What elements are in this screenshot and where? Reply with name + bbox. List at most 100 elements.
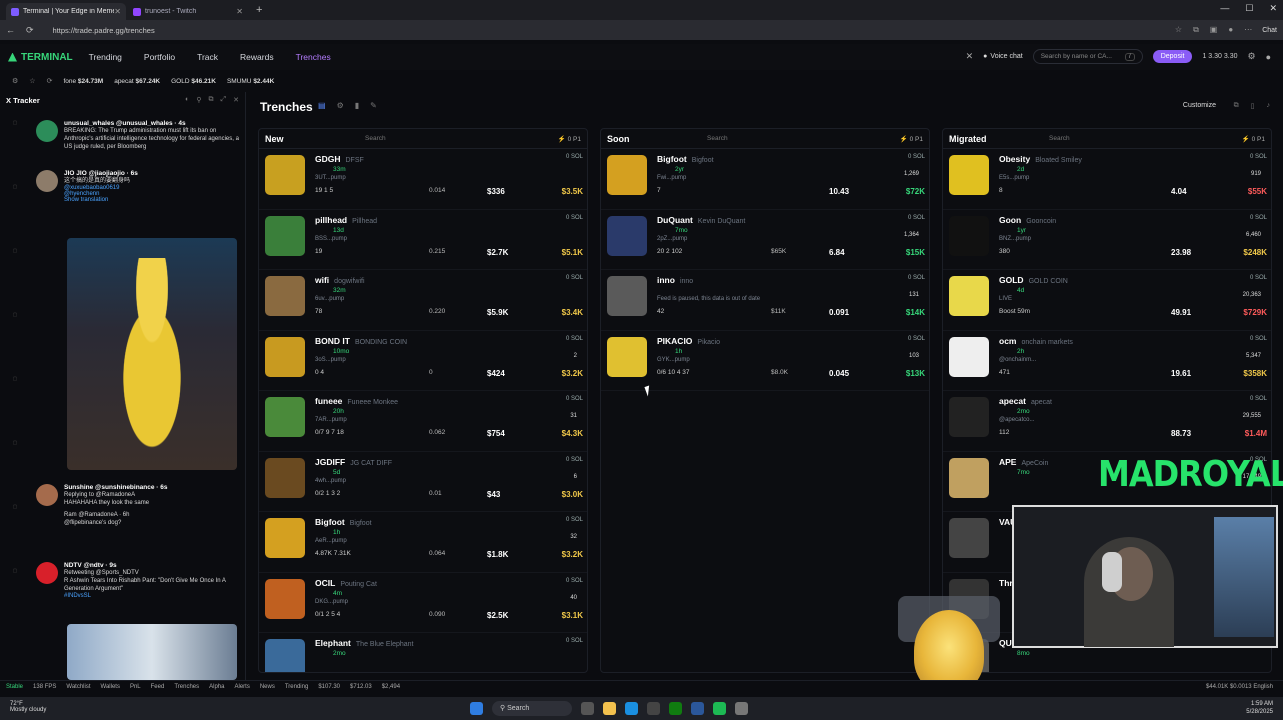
token-image[interactable] — [949, 397, 989, 437]
url-field[interactable]: https://trade.padre.gg/trenches — [53, 26, 1175, 35]
close-window-icon[interactable]: ✕ — [1269, 3, 1277, 14]
close-icon[interactable]: ✕ — [233, 96, 239, 104]
token-image[interactable] — [265, 639, 305, 672]
ticker-item[interactable]: SMUMU $2.44K — [227, 78, 274, 85]
column-tools[interactable]: ⚡ 0 P1 — [1242, 135, 1265, 143]
spotify-icon[interactable] — [713, 702, 726, 715]
extensions-icon[interactable]: ⧉ — [1193, 25, 1199, 35]
system-tray-clock[interactable]: 1:59 AM 5/28/2025 — [1246, 700, 1273, 716]
token-sol[interactable]: 0 SOL — [566, 274, 583, 281]
token-name[interactable]: GDGH DFSF — [315, 154, 364, 164]
settings-icon[interactable]: ⚙ — [12, 77, 18, 85]
token-card[interactable]: funeee Funeee Monkee 20h 7AR...pump 0/7 9 7 … — [259, 391, 587, 452]
token-card[interactable]: apecat apecat 2mo @apecatco... 112 0 SOL 29,55… — [943, 391, 1271, 452]
token-image[interactable] — [265, 578, 305, 619]
token-image[interactable] — [265, 457, 305, 498]
edit-icon[interactable]: ✎ — [370, 101, 377, 110]
token-card[interactable]: DuQuant Kevin DuQuant 7mo 2pZ...pump 20 2 10… — [601, 210, 929, 270]
token-image[interactable] — [265, 518, 305, 558]
token-sol[interactable]: 0 SOL — [1250, 335, 1267, 342]
token-card[interactable]: GOLD GOLD COIN 4d LIVE Boost 59m 0 SOL 20,363 4… — [943, 270, 1271, 331]
user-icon[interactable]: ● — [1266, 52, 1271, 62]
close-x-icon[interactable]: ✕ — [966, 51, 974, 62]
browser-tab-terminal[interactable]: Terminal | Your Edge in Memecoi ✕ — [6, 3, 126, 20]
store-icon[interactable] — [647, 702, 660, 715]
token-name[interactable]: pillhead Pillhead — [315, 215, 377, 225]
token-sol[interactable]: 0 SOL — [1250, 274, 1267, 281]
token-sol[interactable]: 0 SOL — [1250, 395, 1267, 402]
token-card[interactable]: BOND IT BONDING COIN 10mo 3oS...pump 0 4 0 SO… — [259, 331, 587, 391]
token-card[interactable]: inno inno Feed is paused, this data is out… — [601, 270, 929, 331]
token-image[interactable] — [265, 155, 305, 195]
token-name[interactable]: funeee Funeee Monkee — [315, 396, 398, 406]
status-item[interactable]: $2,494 — [382, 684, 400, 690]
nav-trending[interactable]: Trending — [89, 52, 122, 62]
xbox-icon[interactable] — [669, 702, 682, 715]
token-sol[interactable]: 0 SOL — [1250, 153, 1267, 160]
status-item[interactable]: Wallets — [101, 684, 120, 690]
token-image[interactable] — [265, 276, 305, 316]
token-name[interactable]: JGDIFF JG CAT DIFF — [315, 457, 392, 467]
status-item[interactable]: Stable — [6, 684, 23, 690]
status-item[interactable]: News — [260, 684, 275, 690]
status-item[interactable]: Trenches — [174, 684, 199, 690]
status-item[interactable]: PnL — [130, 684, 141, 690]
status-item[interactable]: 138 FPS — [33, 684, 56, 690]
status-item[interactable]: Trending — [285, 684, 308, 690]
tweet-card[interactable]: JIO JIO @jiaojiaojio · 6s 这个搞的是真的要翻身吗 @x… — [36, 170, 241, 203]
maximize-icon[interactable]: ☐ — [1245, 3, 1253, 14]
hashtag-link[interactable]: #INDvsSL — [64, 593, 241, 599]
token-card[interactable]: ocm onchain markets 2h @onchainm... 471 0 SOL… — [943, 331, 1271, 391]
token-name[interactable]: APE ApeCoin — [999, 457, 1048, 467]
show-translation-link[interactable]: Show translation — [64, 197, 241, 203]
token-sol[interactable]: 0 SOL — [566, 516, 583, 523]
nav-rewards[interactable]: Rewards — [240, 52, 274, 62]
status-item[interactable]: Alerts — [234, 684, 249, 690]
brand-logo[interactable]: TERMINAL — [8, 52, 73, 63]
token-name[interactable]: ocm onchain markets — [999, 336, 1073, 346]
status-item[interactable]: $107.30 — [318, 684, 340, 690]
star-icon[interactable]: ☆ — [29, 77, 35, 85]
token-image[interactable] — [949, 457, 989, 498]
token-sol[interactable]: 0 SOL — [908, 153, 925, 160]
bookmark-icon[interactable]: ▯ — [1251, 102, 1255, 110]
status-item[interactable]: Watchlist — [66, 684, 90, 690]
token-sol[interactable]: 0 SOL — [566, 214, 583, 221]
token-card[interactable]: GDGH DFSF 33m 3UT...pump 19 1 5 0 SOL 0.014 $33… — [259, 149, 587, 210]
nav-trenches[interactable]: Trenches — [296, 52, 331, 62]
favorites-icon[interactable]: ☆ — [1175, 25, 1182, 35]
tweet-image[interactable] — [67, 624, 237, 680]
settings-icon[interactable]: ⚙ — [337, 101, 344, 110]
ticker-item[interactable]: fone $24.73M — [63, 78, 103, 85]
app-icon[interactable] — [691, 702, 704, 715]
token-image[interactable] — [949, 336, 989, 377]
weather-widget[interactable]: 72°F Mostly cloudy — [10, 701, 46, 713]
token-sol[interactable]: 0 SOL — [566, 577, 583, 584]
chat-button[interactable]: Chat — [1262, 27, 1277, 34]
browser-tab-twitch[interactable]: trunoest - Twitch ✕ — [128, 3, 248, 20]
ticker-item[interactable]: GOLD $46.21K — [171, 78, 216, 85]
token-card[interactable]: OCIL Pouting Cat 4m DKG...pump 0/1 2 5 4 0 SO… — [259, 573, 587, 633]
token-image[interactable] — [265, 215, 305, 256]
token-card[interactable]: Bigfoot Bigfoot 2yr Fwi...pump 7 0 SOL 1,269 10… — [601, 149, 929, 210]
token-sol[interactable]: 0 SOL — [908, 274, 925, 281]
toggle-icon[interactable]: ◐ — [185, 96, 189, 104]
token-name[interactable]: Bigfoot Bigfoot — [315, 517, 372, 527]
list-view-icon[interactable]: ▤ — [318, 101, 326, 110]
token-image[interactable] — [949, 518, 989, 558]
pause-icon[interactable]: ▮ — [355, 101, 359, 110]
token-sol[interactable]: 0 SOL — [908, 335, 925, 342]
token-card[interactable]: Goon Gooncoin 1yr BNZ...pump 380 0 SOL 6,460 23… — [943, 210, 1271, 270]
token-name[interactable]: DuQuant Kevin DuQuant — [657, 215, 745, 225]
new-tab-icon[interactable]: + — [256, 4, 262, 16]
nav-track[interactable]: Track — [197, 52, 218, 62]
bell-icon[interactable]: ♪ — [1267, 102, 1271, 110]
windows-start-icon[interactable] — [470, 702, 483, 715]
column-search-input[interactable]: Search — [1049, 135, 1149, 142]
token-sol[interactable]: 0 SOL — [566, 335, 583, 342]
copy-icon[interactable]: ⧉ — [209, 96, 214, 104]
token-sol[interactable]: 0 SOL — [566, 395, 583, 402]
token-card[interactable]: JGDIFF JG CAT DIFF 5d 4wh...pump 0/2 1 3 2 0 … — [259, 452, 587, 512]
taskbar-search[interactable]: ⚲ Search — [492, 701, 572, 716]
token-sol[interactable]: 0 SOL — [566, 153, 583, 160]
